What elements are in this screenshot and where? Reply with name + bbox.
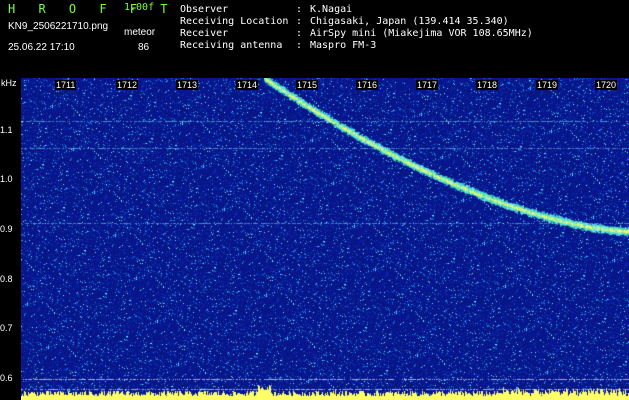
y-tick-label: 0.7: [0, 323, 13, 333]
y-tick-label: 1.1: [0, 125, 13, 135]
info-observer: Observer: K.Nagai: [180, 4, 352, 15]
spectrogram: [21, 78, 629, 400]
meteor-label: meteor: [124, 27, 156, 38]
info-key: Observer: [180, 4, 229, 15]
x-tick-label: 1715: [296, 80, 319, 90]
info-colon: :: [296, 28, 303, 39]
x-tick-label: 1716: [356, 80, 379, 90]
info-key: Receiving Location: [180, 16, 289, 27]
spectrogram-canvas: [21, 78, 629, 400]
version-label: 1.00f: [124, 2, 155, 13]
datetime-label: 25.06.22 17:10: [8, 42, 75, 53]
x-tick-label: 1712: [116, 80, 139, 90]
filename-label: KN9_2506221710.png: [8, 21, 109, 32]
info-colon: :: [296, 40, 303, 51]
info-value: Chigasaki, Japan (139.414 35.340): [310, 16, 509, 27]
y-tick-label: 0.8: [0, 274, 13, 284]
meteor-count: 86: [138, 42, 150, 53]
x-tick-label: 1714: [236, 80, 259, 90]
y-axis: kHz 1.1 1.0 0.9 0.8 0.7 0.6: [0, 78, 21, 400]
info-colon: :: [296, 4, 303, 15]
x-tick-label: 1720: [595, 80, 618, 90]
y-tick-label: 1.0: [0, 174, 13, 184]
info-receiver: Receiver: AirSpy mini (Miakejima VOR 108.…: [180, 28, 533, 39]
info-location: Receiving Location: Chigasaki, Japan (139…: [180, 16, 509, 27]
x-tick-label: 1717: [416, 80, 439, 90]
info-colon: :: [296, 16, 303, 27]
info-antenna: Receiving antenna: Maspro FM-3: [180, 40, 376, 51]
header-panel: H R O F F T 1.00f KN9_2506221710.png met…: [0, 0, 629, 78]
x-tick-label: 1718: [476, 80, 499, 90]
info-key: Receiving antenna: [180, 40, 283, 51]
info-key: Receiver: [180, 28, 229, 39]
x-tick-label: 1711: [55, 80, 77, 90]
info-value: AirSpy mini (Miakejima VOR 108.65MHz): [310, 28, 533, 39]
y-tick-label: 0.9: [0, 224, 13, 234]
y-tick-label: 0.6: [0, 373, 13, 383]
x-tick-label: 1713: [176, 80, 199, 90]
x-tick-label: 1719: [536, 80, 559, 90]
info-value: Maspro FM-3: [310, 40, 377, 51]
y-axis-unit: kHz: [1, 78, 17, 88]
info-value: K.Nagai: [310, 4, 353, 15]
